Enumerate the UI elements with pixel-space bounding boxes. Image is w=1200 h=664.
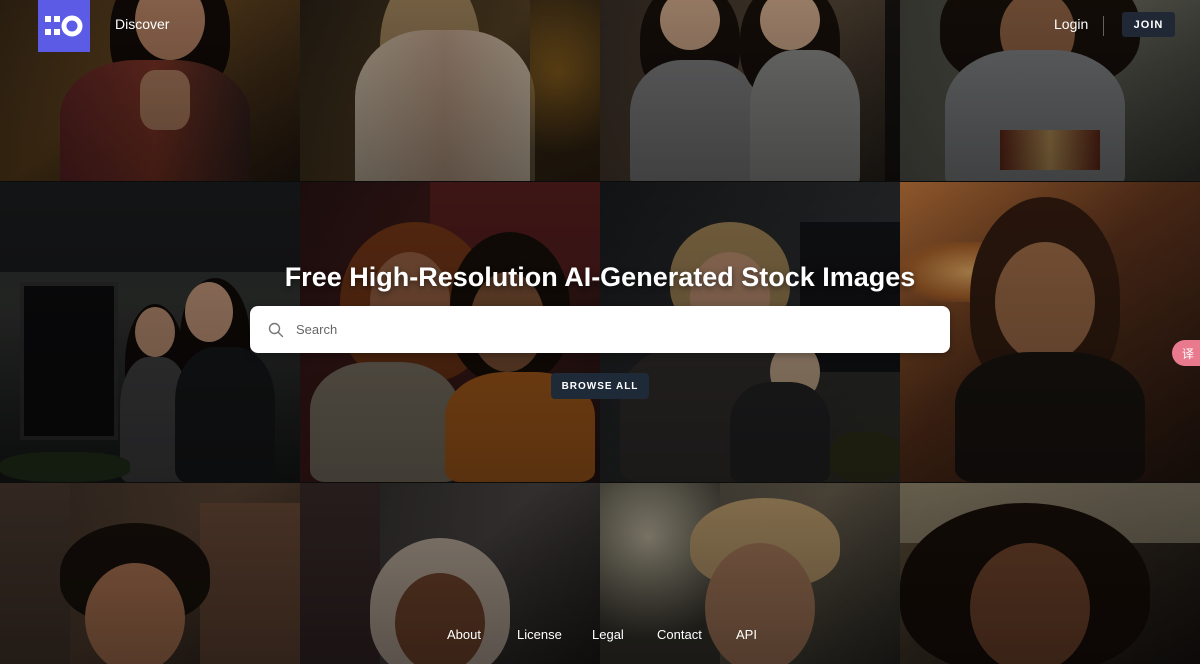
header-divider: [1103, 16, 1104, 36]
footer-link-about[interactable]: About: [447, 627, 481, 642]
translate-icon: 译: [1182, 346, 1195, 361]
browse-all-button[interactable]: BROWSE ALL: [551, 373, 649, 399]
footer-link-contact[interactable]: Contact: [657, 627, 702, 642]
search-input[interactable]: [294, 321, 950, 338]
footer-link-license[interactable]: License: [517, 627, 562, 642]
search-icon: [268, 322, 284, 337]
footer-link-legal[interactable]: Legal: [592, 627, 624, 642]
search-bar[interactable]: [250, 306, 950, 353]
login-link[interactable]: Login: [1054, 16, 1088, 32]
join-button[interactable]: JOIN: [1122, 12, 1175, 37]
footer-link-api[interactable]: API: [736, 627, 757, 642]
logo-icon: [45, 15, 83, 37]
logo[interactable]: [38, 0, 90, 52]
hero-title: Free High-Resolution AI-Generated Stock …: [284, 262, 916, 292]
translate-button[interactable]: 译: [1172, 340, 1200, 366]
nav-discover[interactable]: Discover: [115, 16, 169, 32]
